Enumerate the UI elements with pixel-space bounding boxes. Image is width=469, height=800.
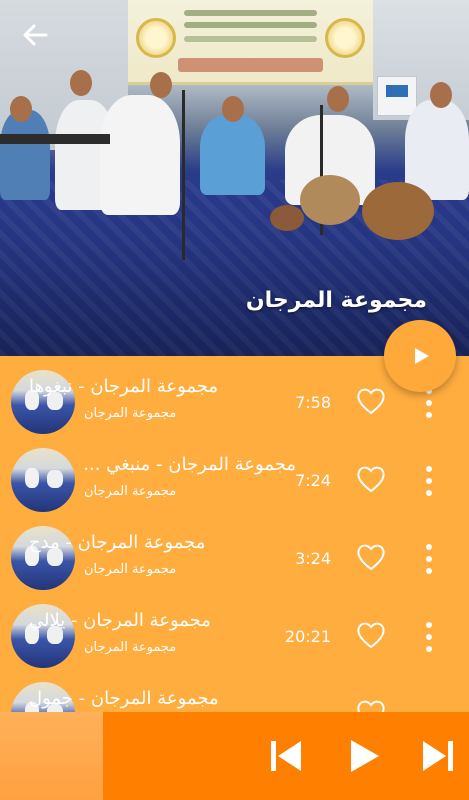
more-options-button[interactable] — [419, 542, 439, 576]
album-title: مجموعة المرجان — [245, 288, 427, 313]
track-row[interactable]: مجموعة المرجان - منبغي ... مجموعة المرجا… — [0, 434, 469, 512]
heart-outline-icon — [357, 466, 385, 493]
previous-button[interactable] — [268, 738, 304, 774]
track-duration: 20:21 — [284, 627, 331, 646]
track-title: مجموعة المرجان - منبغي ... — [84, 454, 296, 475]
track-title: مجموعة المرجان - يلالي — [29, 610, 211, 631]
favorite-button[interactable] — [355, 464, 387, 494]
favorite-button[interactable] — [355, 386, 387, 416]
track-row[interactable]: مجموعة المرجان - جمول — [0, 668, 469, 712]
track-title: مجموعة المرجان - مدح — [29, 532, 206, 553]
favorite-button[interactable] — [355, 698, 387, 712]
track-list: مجموعة المرجان - نبغوها مجموعة المرجان 7… — [0, 356, 469, 712]
mini-player — [0, 712, 469, 800]
back-button[interactable] — [18, 18, 52, 52]
play-icon — [415, 348, 429, 364]
skip-next-icon — [423, 741, 453, 771]
track-artist: مجموعة المرجان — [84, 640, 177, 655]
track-artist: مجموعة المرجان — [84, 406, 177, 421]
arrow-left-icon — [23, 24, 48, 46]
track-artist: مجموعة المرجان — [84, 562, 177, 577]
heart-outline-icon — [357, 622, 385, 649]
more-options-button[interactable] — [419, 464, 439, 498]
more-options-button[interactable] — [419, 620, 439, 654]
track-row[interactable]: مجموعة المرجان - مدح مجموعة المرجان 3:24 — [0, 512, 469, 590]
play-icon — [351, 740, 379, 772]
track-thumbnail — [11, 448, 75, 512]
favorite-button[interactable] — [355, 542, 387, 572]
track-artist: مجموعة المرجان — [84, 484, 177, 499]
play-all-button[interactable] — [384, 320, 456, 392]
album-header: مجموعة المرجان — [0, 0, 469, 356]
track-title: مجموعة المرجان - جمول — [29, 688, 219, 709]
skip-previous-icon — [271, 741, 301, 771]
play-button[interactable] — [348, 738, 382, 774]
track-duration: 7:58 — [295, 393, 331, 412]
track-title: مجموعة المرجان - نبغوها — [29, 376, 219, 397]
heart-outline-icon — [357, 700, 385, 712]
header-photo-poster — [377, 76, 417, 116]
favorite-button[interactable] — [355, 620, 387, 650]
heart-outline-icon — [357, 388, 385, 415]
heart-outline-icon — [357, 544, 385, 571]
track-row[interactable]: مجموعة المرجان - يلالي مجموعة المرجان 20… — [0, 590, 469, 668]
track-duration: 3:24 — [295, 549, 331, 568]
player-artwork — [0, 712, 103, 800]
track-duration: 7:24 — [295, 471, 331, 490]
next-button[interactable] — [420, 738, 456, 774]
